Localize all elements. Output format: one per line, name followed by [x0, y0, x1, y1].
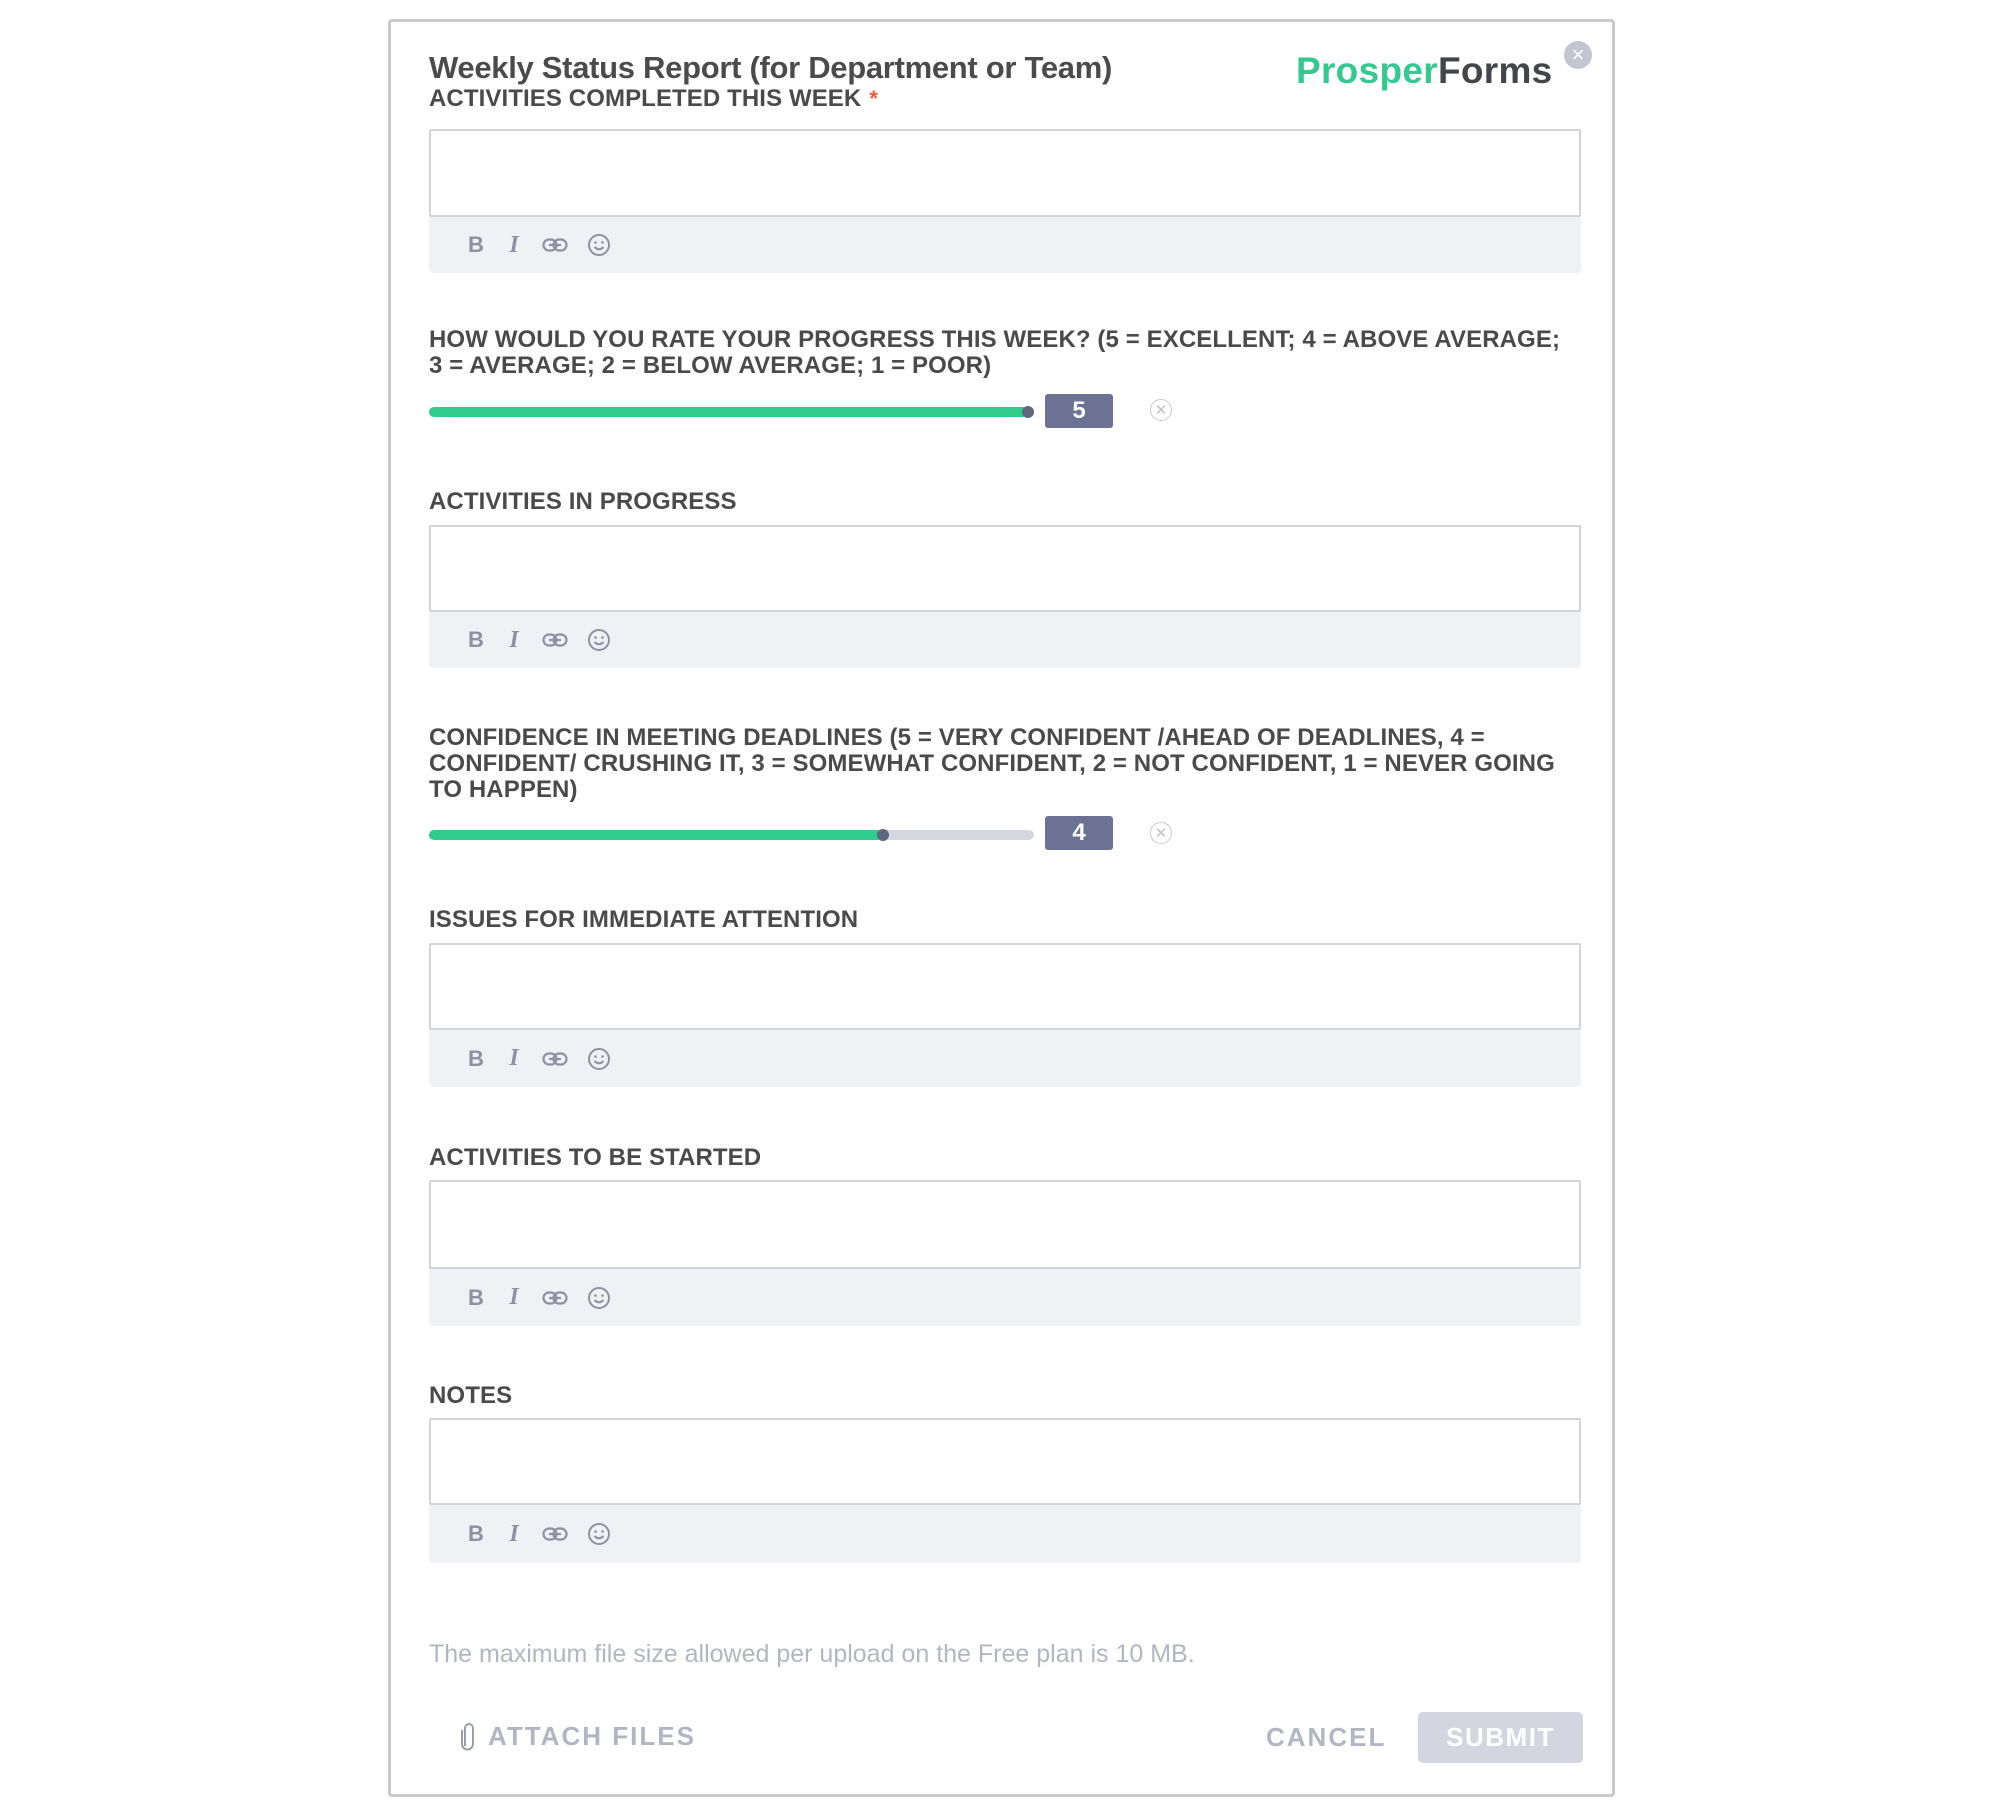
- italic-button[interactable]: I: [499, 1519, 529, 1549]
- italic-button[interactable]: I: [499, 1283, 529, 1313]
- bold-button[interactable]: B: [461, 1283, 491, 1313]
- confidence-deadlines-slider[interactable]: [429, 829, 1034, 841]
- link-icon[interactable]: [540, 1044, 570, 1074]
- submit-button[interactable]: SUBMIT: [1418, 1712, 1583, 1763]
- link-icon[interactable]: [540, 625, 570, 655]
- link-icon[interactable]: [540, 1519, 570, 1549]
- clear-confidence-deadlines-icon[interactable]: ✕: [1150, 822, 1172, 844]
- slider-thumb[interactable]: [876, 829, 889, 841]
- attach-files-button[interactable]: ATTACH FILES: [460, 1720, 696, 1752]
- editor-activities-completed: B I: [429, 129, 1581, 273]
- file-size-note: The maximum file size allowed per upload…: [429, 1640, 1195, 1668]
- logo-prosper: Prosper: [1296, 50, 1438, 91]
- field-label-notes: NOTES: [429, 1382, 513, 1409]
- label-text: ACTIVITIES COMPLETED THIS WEEK: [429, 85, 862, 112]
- editor-notes: B I: [429, 1418, 1581, 1563]
- confidence-deadlines-value: 4: [1045, 816, 1113, 850]
- editor-issues: B I: [429, 943, 1581, 1087]
- emoji-icon[interactable]: [584, 1283, 614, 1313]
- progress-rating-value: 5: [1045, 394, 1113, 428]
- emoji-icon[interactable]: [584, 230, 614, 260]
- attach-files-label: ATTACH FILES: [488, 1720, 696, 1751]
- formatting-toolbar: B I: [429, 1030, 1581, 1087]
- italic-button[interactable]: I: [499, 230, 529, 260]
- clear-progress-rating-icon[interactable]: ✕: [1150, 399, 1172, 421]
- cancel-button[interactable]: CANCEL: [1266, 1722, 1386, 1753]
- activities-completed-input[interactable]: [429, 129, 1581, 217]
- slider-thumb[interactable]: [1022, 406, 1034, 418]
- slider-fill: [429, 407, 1034, 417]
- field-label-issues: ISSUES FOR IMMEDIATE ATTENTION: [429, 906, 859, 933]
- paperclip-icon: [461, 1723, 474, 1751]
- activities-in-progress-input[interactable]: [429, 525, 1581, 612]
- logo-forms: Forms: [1437, 50, 1553, 91]
- link-icon[interactable]: [540, 1283, 570, 1313]
- italic-button[interactable]: I: [499, 625, 529, 655]
- bold-button[interactable]: B: [461, 1044, 491, 1074]
- close-icon[interactable]: ×: [1564, 41, 1592, 69]
- progress-rating-slider[interactable]: [429, 406, 1034, 418]
- field-label-confidence-deadlines: CONFIDENCE IN MEETING DEADLINES (5 = VER…: [429, 724, 1555, 803]
- form-title: Weekly Status Report (for Department or …: [429, 50, 1112, 85]
- formatting-toolbar: B I: [429, 1505, 1581, 1563]
- bold-button[interactable]: B: [461, 625, 491, 655]
- activities-to-be-started-input[interactable]: [429, 1180, 1581, 1269]
- issues-input[interactable]: [429, 943, 1581, 1030]
- required-star: *: [869, 86, 879, 111]
- editor-activities-to-be-started: B I: [429, 1180, 1581, 1326]
- field-label-progress-rating: HOW WOULD YOU RATE YOUR PROGRESS THIS WE…: [429, 326, 1561, 379]
- emoji-icon[interactable]: [584, 1519, 614, 1549]
- field-label-activities-in-progress: ACTIVITIES IN PROGRESS: [429, 488, 737, 515]
- emoji-icon[interactable]: [584, 625, 614, 655]
- link-icon[interactable]: [540, 230, 570, 260]
- field-label-activities-completed: ACTIVITIES COMPLETED THIS WEEK *: [429, 86, 1580, 112]
- formatting-toolbar: B I: [429, 1269, 1581, 1326]
- bold-button[interactable]: B: [461, 1519, 491, 1549]
- bold-button[interactable]: B: [461, 230, 491, 260]
- field-label-activities-to-be-started: ACTIVITIES TO BE STARTED: [429, 1144, 762, 1171]
- editor-activities-in-progress: B I: [429, 525, 1581, 668]
- italic-button[interactable]: I: [499, 1044, 529, 1074]
- formatting-toolbar: B I: [429, 612, 1581, 668]
- slider-fill: [429, 830, 883, 840]
- emoji-icon[interactable]: [584, 1044, 614, 1074]
- formatting-toolbar: B I: [429, 217, 1581, 273]
- notes-input[interactable]: [429, 1418, 1581, 1505]
